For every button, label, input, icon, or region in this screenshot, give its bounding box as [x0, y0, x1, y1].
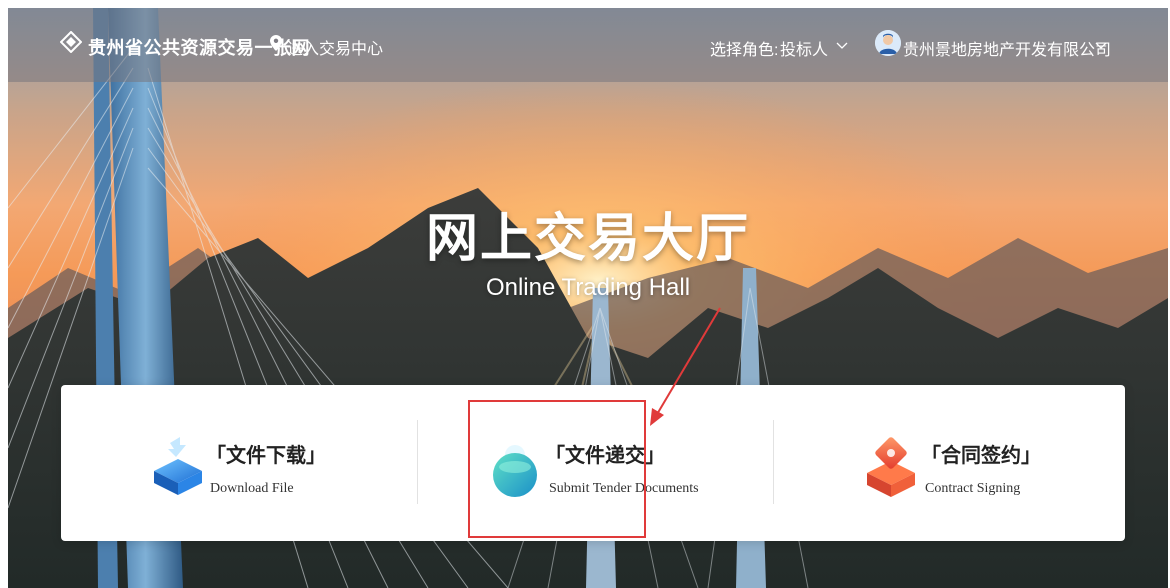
download-file-icon: [154, 437, 202, 495]
hero-subtitle: Online Trading Hall: [485, 274, 691, 301]
hero-title: 网上交易大厅: [425, 210, 750, 268]
submit-documents-subtitle: Submit Tender Documents: [549, 481, 699, 496]
card-divider: [773, 420, 774, 504]
submit-documents-card[interactable]: 「文件递交」 Submit Tender Documents: [485, 385, 785, 541]
page-frame: 贵州省公共资源交易一张网 进入交易中心 选择角色: 投标人 贵州景地房地产开发有…: [8, 8, 1168, 588]
download-file-subtitle: Download File: [210, 481, 294, 496]
contract-signing-icon: [867, 437, 915, 497]
submit-documents-icon: [493, 445, 537, 497]
location-pin-icon[interactable]: [270, 35, 282, 51]
user-avatar-icon: [875, 30, 901, 56]
top-navigation-bar: 贵州省公共资源交易一张网 进入交易中心 选择角色: 投标人 贵州景地房地产开发有…: [8, 8, 1168, 82]
contract-signing-card[interactable]: 「合同签约」 Contract Signing: [861, 385, 1161, 541]
contract-signing-title: 「合同签约」: [921, 445, 1041, 467]
role-selector-value[interactable]: 投标人: [780, 36, 828, 60]
role-chevron-down-icon[interactable]: [836, 42, 848, 50]
card-divider: [417, 420, 418, 504]
download-file-card[interactable]: 「文件下载」 Download File: [146, 385, 446, 541]
contract-signing-subtitle: Contract Signing: [925, 481, 1021, 496]
user-avatar[interactable]: [875, 30, 901, 56]
enter-trading-center-link[interactable]: 进入交易中心: [287, 35, 383, 59]
feature-panel: 「文件下载」 Download File 「文件递交」 Submit Tende…: [61, 385, 1125, 541]
submit-documents-title: 「文件递交」: [545, 445, 665, 467]
company-name[interactable]: 贵州景地房地产开发有限公司: [903, 36, 1111, 60]
account-chevron-down-icon[interactable]: [1095, 42, 1107, 50]
site-logo-icon[interactable]: [60, 31, 82, 53]
download-file-title: 「文件下载」: [206, 445, 326, 467]
role-selector-label: 选择角色:: [710, 42, 779, 59]
